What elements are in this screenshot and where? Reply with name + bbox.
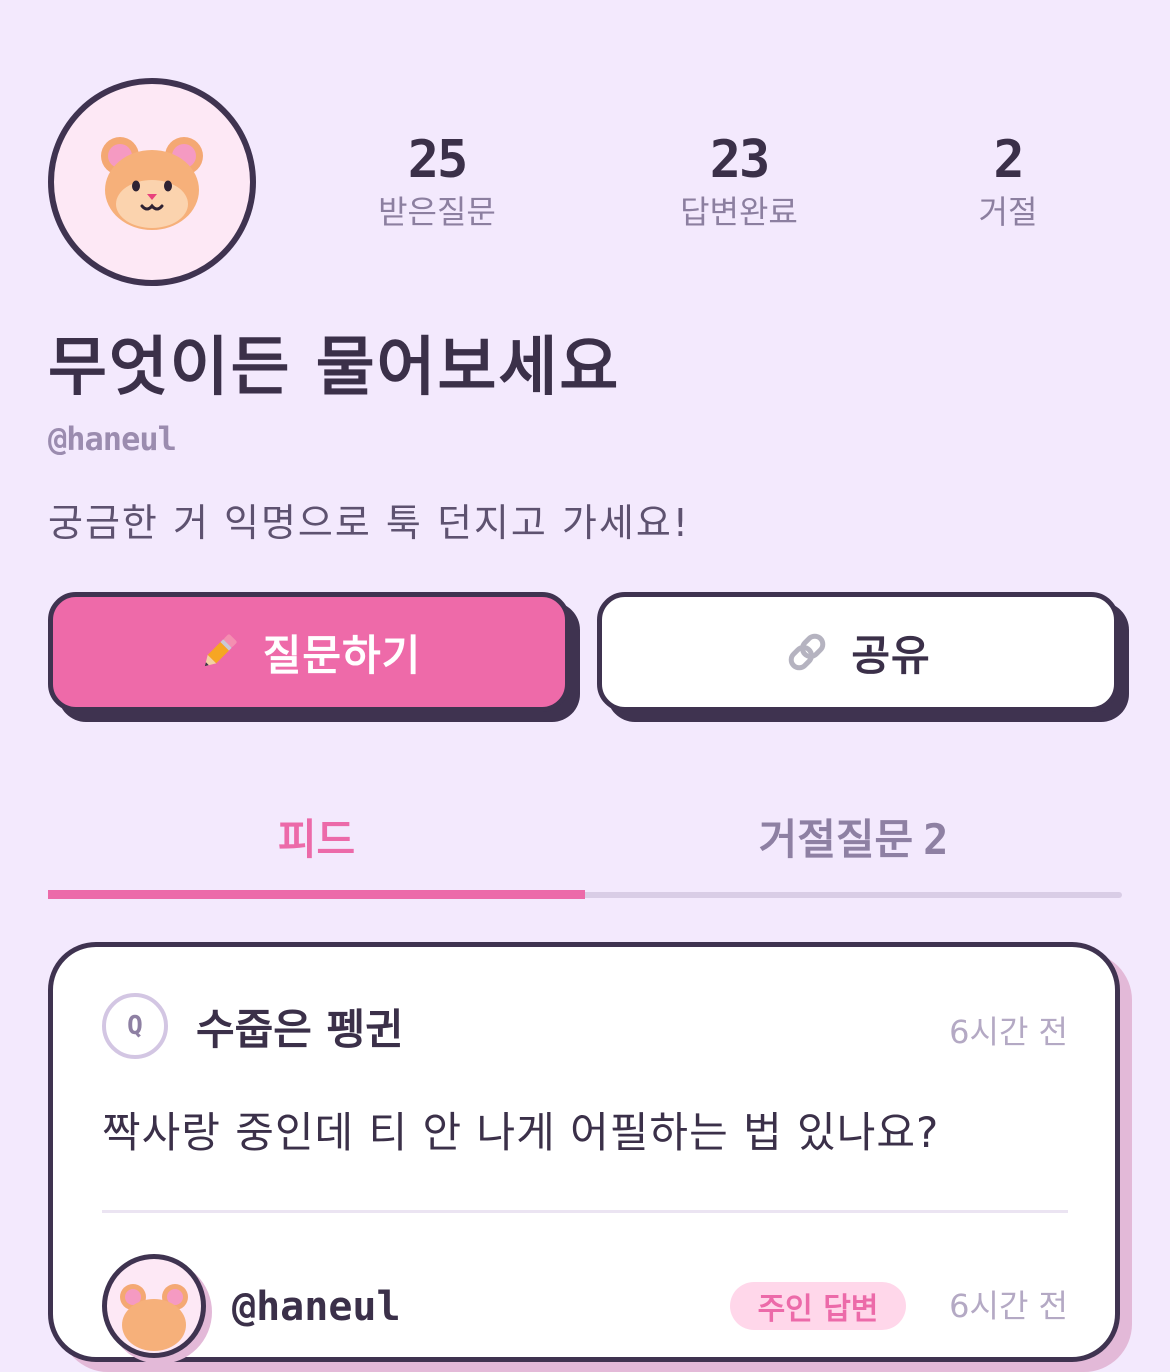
question-time: 6시간 전 [949,1013,1068,1051]
owner-answer-badge: 주인 답변 [730,1282,906,1330]
share-label: 공유 [851,630,931,680]
asker-name: 수줍은 펭귄 [196,1005,404,1054]
question-text: 짝사랑 중인데 티 안 나게 어필하는 법 있나요? [102,1108,940,1157]
profile-avatar [48,78,256,286]
profile-bio: 궁금한 거 익명으로 툭 던지고 가세요! [48,501,691,545]
share-button[interactable]: 공유 [597,592,1119,712]
answer-avatar [102,1254,206,1358]
tab-rejected-label: 거절질문 [758,815,914,864]
page-title: 무엇이든 물어보세요 [48,331,621,405]
hamster-icon [120,1284,188,1351]
pencil-icon [204,634,237,667]
ask-button-wrap: 질문하기 [48,592,580,722]
link-icon [789,633,826,671]
stat-rejected: 2 거절 [908,132,1108,232]
answerer-handle: @haneul [232,1284,401,1330]
avatar [48,78,256,286]
hamster-icon [101,137,203,230]
tab-active-indicator [48,890,585,899]
tab-feed-label: 피드 [277,815,356,864]
stat-answered: 23 답변완료 [639,132,839,232]
stat-answered-label: 답변완료 [680,193,798,231]
ask-question-button[interactable]: 질문하기 [48,592,570,712]
stat-received: 25 받은질문 [337,132,537,232]
question-badge: Q [102,993,168,1059]
stat-answered-value: 23 [709,130,771,190]
answer-time: 6시간 전 [949,1287,1068,1325]
stat-rejected-label: 거절 [978,193,1038,231]
stat-rejected-value: 2 [993,130,1024,190]
ask-question-label: 질문하기 [262,630,422,680]
profile-handle: @haneul [48,420,177,458]
stat-received-value: 25 [407,130,469,190]
tab-feed[interactable]: 피드 [48,808,585,872]
share-button-wrap: 공유 [597,592,1129,722]
stat-received-label: 받은질문 [378,193,496,231]
card-divider [102,1210,1068,1213]
tab-rejected-count: 2 [923,815,949,864]
tab-rejected-questions[interactable]: 거절질문 2 [585,808,1122,872]
